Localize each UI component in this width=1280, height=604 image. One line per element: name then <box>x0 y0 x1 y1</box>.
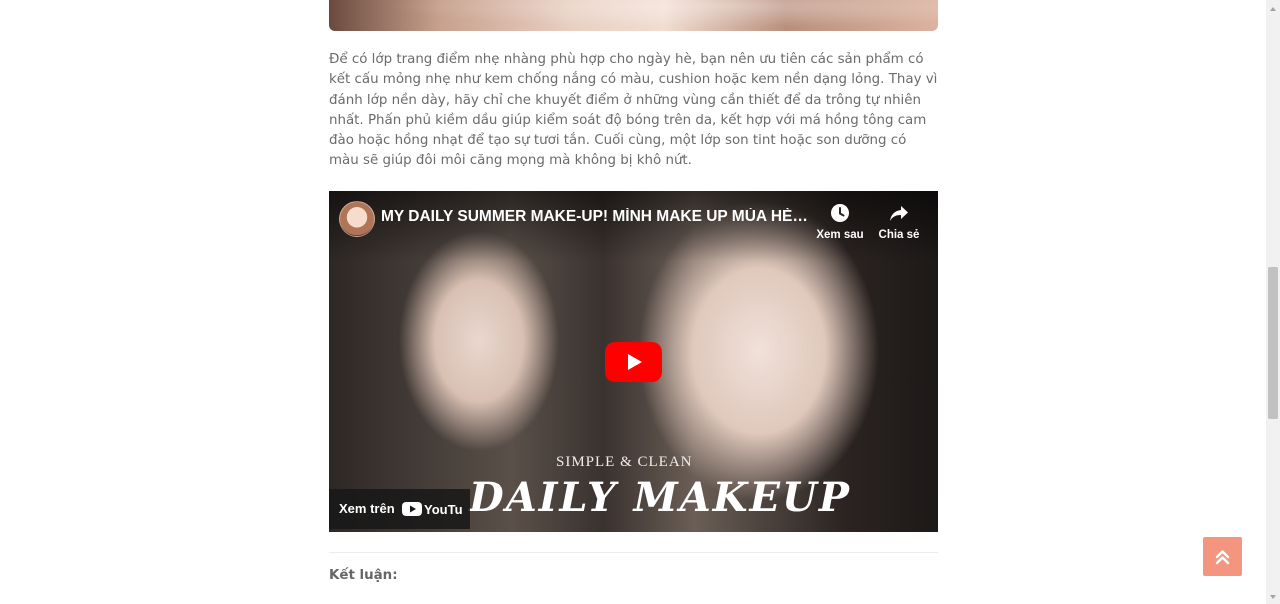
section-divider <box>329 552 938 553</box>
watch-on-youtube-button[interactable]: Xem trên YouTube <box>329 489 478 529</box>
share-button[interactable]: Chia sẻ <box>871 201 927 241</box>
scroll-up-arrow-icon[interactable] <box>1266 2 1280 16</box>
scroll-down-arrow-icon[interactable] <box>1266 590 1280 604</box>
watch-later-button[interactable]: Xem sau <box>812 201 868 241</box>
article-image-shade <box>329 0 938 31</box>
thumbnail-subtitle: SIMPLE & CLEAN <box>556 454 693 470</box>
clock-icon <box>812 201 868 225</box>
thumbnail-title: DAILY MAKEUP <box>469 474 852 521</box>
youtube-logo-icon: YouTube <box>402 499 478 522</box>
article-paragraph: Để có lớp trang điểm nhẹ nhàng phù hợp c… <box>329 52 938 169</box>
youtube-play-icon <box>605 342 662 382</box>
youtube-logo-text: YouTube <box>424 502 462 517</box>
youtube-embed[interactable]: MY DAILY SUMMER MAKE-UP! MÌNH MAKE UP MÙ… <box>329 191 938 532</box>
watch-later-label: Xem sau <box>816 229 864 241</box>
share-icon <box>871 201 927 225</box>
conclusion-heading: Kết luận: <box>329 568 398 583</box>
back-to-top-button[interactable] <box>1203 537 1242 576</box>
scrollbar-thumb[interactable] <box>1268 267 1278 419</box>
page-scrollbar[interactable] <box>1266 0 1280 604</box>
video-title[interactable]: MY DAILY SUMMER MAKE-UP! MÌNH MAKE UP MÙ… <box>381 208 811 226</box>
share-label: Chia sẻ <box>878 229 920 241</box>
watch-on-label: Xem trên <box>339 501 395 516</box>
channel-avatar[interactable] <box>339 201 375 237</box>
play-button[interactable] <box>605 342 662 382</box>
article-image <box>329 0 938 31</box>
page: Để có lớp trang điểm nhẹ nhàng phù hợp c… <box>0 0 1280 604</box>
double-chevron-up-icon <box>1215 550 1230 565</box>
